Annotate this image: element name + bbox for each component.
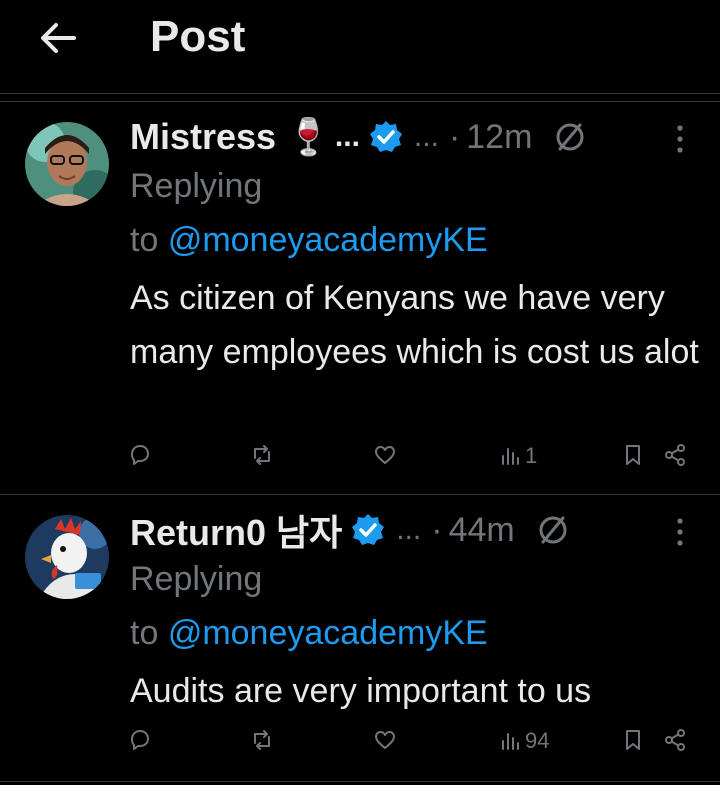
mention-link[interactable]: @moneyacademyKE	[168, 614, 488, 652]
to-label: to	[130, 221, 168, 259]
views-count: 1	[525, 443, 538, 468]
reply-button[interactable]	[128, 728, 152, 752]
replying-label: Replying	[130, 167, 263, 205]
bookmark-icon	[626, 730, 640, 750]
like-icon	[375, 731, 395, 749]
mention-link[interactable]: @moneyacademyKE	[168, 221, 488, 259]
replying-label: Replying	[130, 560, 263, 598]
bookmark-button[interactable]	[621, 728, 645, 752]
repost-icon	[254, 445, 270, 465]
action-bar: 94	[0, 728, 720, 768]
display-name[interactable]: Return0 남자	[130, 504, 342, 556]
no-symbol-icon	[556, 123, 584, 151]
divider	[0, 93, 720, 94]
views-button[interactable]: 94	[499, 728, 549, 754]
views-button[interactable]: 1	[499, 443, 537, 469]
reply-button[interactable]	[128, 443, 152, 467]
name-ellipsis: ...	[334, 120, 360, 153]
separator-dot: ·	[431, 510, 443, 549]
bookmark-icon	[626, 445, 640, 465]
more-vertical-icon[interactable]	[669, 124, 691, 154]
reply-icon	[131, 730, 149, 750]
like-button[interactable]	[373, 443, 397, 467]
like-button[interactable]	[373, 728, 397, 752]
bookmark-button[interactable]	[621, 443, 645, 467]
reply-icon	[131, 445, 149, 465]
back-arrow-icon[interactable]	[38, 18, 78, 58]
handle-ellipsis: ...	[396, 513, 422, 546]
views-icon	[502, 733, 519, 750]
action-bar: 1	[0, 443, 720, 483]
like-icon	[375, 446, 395, 464]
share-icon	[665, 444, 685, 466]
post[interactable]: Mistress 🍷 ... ... · 12m Replying to @mo…	[0, 102, 720, 495]
verified-badge-icon	[369, 121, 402, 152]
page-title: Post	[150, 12, 246, 61]
repost-icon	[254, 730, 270, 750]
share-icon	[665, 729, 685, 751]
views-count: 94	[525, 728, 550, 753]
verified-badge-icon	[352, 514, 385, 545]
no-symbol-icon	[539, 516, 567, 544]
to-label: to	[130, 614, 168, 652]
post-time[interactable]: 44m	[449, 511, 515, 550]
handle-ellipsis: ...	[413, 120, 439, 153]
post-time[interactable]: 12m	[466, 118, 532, 157]
post-text: As citizen of Kenyans we have very many …	[130, 279, 699, 371]
views-icon	[502, 448, 519, 465]
share-button[interactable]	[663, 728, 687, 752]
post-header: Mistress 🍷 ... ... · 12m	[130, 114, 588, 160]
divider	[0, 781, 720, 782]
more-vertical-icon[interactable]	[669, 517, 691, 547]
top-bar: Post	[0, 0, 720, 92]
display-name[interactable]: Mistress 🍷	[130, 116, 331, 158]
post-text: Audits are very important to us	[130, 672, 592, 710]
post[interactable]: Return0 남자 ... · 44m Replying to @moneya…	[0, 495, 720, 783]
separator-dot: ·	[448, 117, 461, 156]
avatar[interactable]	[25, 515, 109, 599]
post-header: Return0 남자 ... · 44m	[130, 507, 571, 553]
repost-button[interactable]	[250, 443, 274, 467]
avatar[interactable]	[25, 122, 109, 206]
replying-to: to @moneyacademyKE	[130, 606, 488, 660]
repost-button[interactable]	[250, 728, 274, 752]
replying-to: to @moneyacademyKE	[130, 213, 488, 267]
share-button[interactable]	[663, 443, 687, 467]
